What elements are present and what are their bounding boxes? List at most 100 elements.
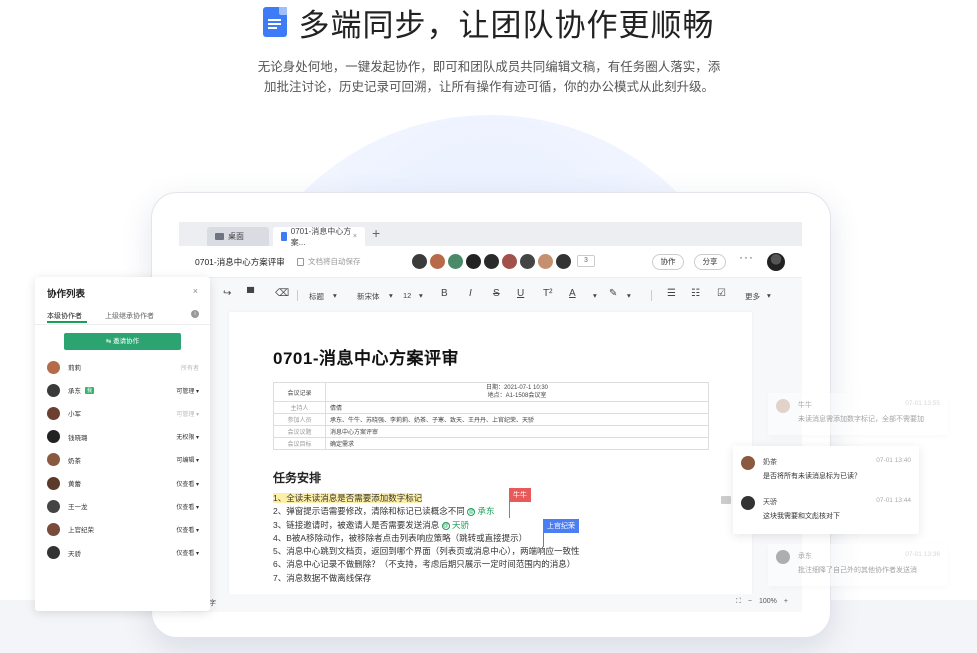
zoom-out-button[interactable]: − [748,598,752,606]
permission-select[interactable]: 仅查看 ▾ [176,479,199,488]
mention-tag[interactable]: @ 天骄 [441,520,469,530]
underline-button[interactable]: U [517,288,524,299]
format-painter-icon[interactable]: ▀ [247,288,254,299]
document-page[interactable]: 0701-消息中心方案评审 会议记录 日期：2021-07-1 10:30 地点… [229,312,752,602]
zoom-level[interactable]: 100% [759,598,777,606]
comment-time: 07-01 13:36 [905,551,940,558]
collaborate-button[interactable]: 协作 [652,254,684,270]
member-row[interactable]: 小军 可管理 ▾ [47,405,199,421]
bullet-list-icon[interactable]: ☷ [691,288,700,299]
format-toolbar: ↪ ▀ ⌫ 标题 ▾ 新宋体 ▾ 12 ▾ B I S U T² A ▾ ✎ ▾… [179,278,802,312]
tab-bar: 桌面 0701-消息中心方案... × + [179,222,802,247]
member-name: 黄蕾 [68,481,81,488]
close-icon[interactable]: × [193,286,198,296]
list-item: 3、链接邀请时，被邀请人是否需要发送消息 @ 天骄 [273,519,579,532]
chevron-down-icon[interactable]: ▾ [593,291,597,300]
mention-tag[interactable]: @ 承东 [467,506,495,517]
permission-select[interactable]: 仅查看 ▾ [176,502,199,511]
member-row[interactable]: 承东我 可管理 ▾ [47,382,199,398]
autosave-text: 文档将自动保存 [308,257,361,266]
close-tab-icon[interactable]: × [353,233,357,240]
more-tools-button[interactable]: 更多 [745,291,760,302]
italic-button[interactable]: I [469,288,472,299]
tab-inherited-collaborators[interactable]: 上级继承协作者 [105,311,154,321]
comment-author: 天骄 [763,499,777,506]
member-row[interactable]: 黄蕾 仅查看 ▾ [47,475,199,491]
chevron-down-icon[interactable]: ▾ [627,291,631,300]
avatar [483,253,500,270]
member-row[interactable]: 天骄 仅查看 ▾ [47,545,199,561]
avatar [555,253,572,270]
permission-select[interactable]: 所有者 [181,363,199,372]
permission-select[interactable]: 无权限 ▾ [176,432,199,441]
hero-subtitle-line: 无论身处何地，一键发起协作，即可和团队成员共同编辑文稿，有任务圈人落实，添 [257,60,721,74]
table-cell-value: 确定需求 [325,437,709,450]
avatar [47,406,60,420]
font-color-icon[interactable]: A [569,288,576,299]
comment-card[interactable]: 牛牛 07-01 13:55 未读消息需添加数字标记，全部不需要加 [768,393,948,435]
member-row[interactable]: 钱晓璐 无权限 ▾ [47,429,199,445]
member-row[interactable]: 王一龙 仅查看 ▾ [47,498,199,514]
permission-select[interactable]: 仅查看 ▾ [176,548,199,557]
user-avatar[interactable] [767,253,785,271]
meeting-location: 地点：A1-1508会议室 [487,393,547,399]
eraser-icon[interactable]: ⌫ [275,288,289,299]
member-name: 承东 [68,388,81,396]
avatar [47,476,60,490]
table-row: 参加人员 承东、牛牛、苏晓强、李莉莉、奶茶、子寒、致天、王丹丹、上官纪荣、天骄 [273,413,709,426]
member-row[interactable]: 奶茶 可编辑 ▾ [47,452,199,468]
member-row[interactable]: 莉莉 所有者 [47,359,199,375]
tab-label: 0701-消息中心方案... [290,226,352,247]
comment-thread-card[interactable]: 奶茶 07-01 13:40 是否将所有未读消息标为已读？ 天骄 07-01 1… [733,446,919,534]
chevron-down-icon[interactable]: ▾ [419,291,423,300]
member-row[interactable]: 上官纪荣 仅查看 ▾ [47,521,199,537]
redo-icon[interactable]: ↪ [223,288,231,299]
info-icon[interactable]: i [191,310,199,318]
superscript-icon[interactable]: T² [543,288,552,299]
avatar [741,456,755,470]
avatar [47,383,60,397]
comment-card[interactable]: 承东 07-01 13:36 批注细降了自己外的其他协作者发送消 [768,544,948,586]
comment-text: 批注细降了自己外的其他协作者发送消 [798,567,917,574]
comment-item: 天骄 07-01 13:44 这块我需要和文彪核对下 [733,490,919,526]
bold-button[interactable]: B [441,288,448,299]
permission-select[interactable]: 可管理 ▾ [176,409,199,418]
chevron-down-icon[interactable]: ▾ [767,291,771,300]
share-button[interactable]: 分享 [694,254,726,270]
permission-select[interactable]: 可管理 ▾ [176,386,199,395]
table-row: 会议目标 确定需求 [273,437,709,450]
comment-marker-icon[interactable] [721,496,731,504]
strikethrough-button[interactable]: S [493,288,500,299]
avatar-count[interactable]: 3 [577,255,595,267]
collaborator-avatars[interactable]: 3 [411,253,595,270]
zoom-in-button[interactable]: + [784,598,788,606]
font-size-select[interactable]: 12 [403,291,411,300]
table-cell-value: 承东、牛牛、苏晓强、李莉莉、奶茶、子寒、致天、王丹丹、上官纪荣、天骄 [325,413,709,426]
comment-author: 牛牛 [798,402,812,409]
permission-select[interactable]: 可编辑 ▾ [176,455,199,464]
paragraph-style-select[interactable]: 标题 [309,291,324,302]
comment-item: 牛牛 07-01 13:55 未读消息需添加数字标记，全部不需要加 [768,393,948,429]
new-tab-icon[interactable]: + [372,225,380,241]
numbered-list-icon[interactable]: ☰ [667,288,676,299]
table-row: 会议记录 日期：2021-07-1 10:30 地点：A1-1508会议室 [273,382,709,402]
hero-subtitle-line: 加批注讨论，历史记录可回溯，让所有操作有迹可循，你的办公模式从此刻升级。 [263,80,714,94]
chevron-down-icon[interactable]: ▾ [389,291,393,300]
more-menu-icon[interactable]: ··· [739,250,754,264]
font-family-select[interactable]: 新宋体 [357,291,380,302]
avatar [776,550,790,564]
tab-desktop[interactable]: 桌面 [207,227,269,246]
tab-label: 桌面 [228,232,244,241]
member-name: 上官纪荣 [68,527,94,535]
table-row: 主持人 倩倩 [273,401,709,414]
invite-button[interactable]: ⇆ 邀请协作 [64,333,181,350]
section-title: 任务安排 [273,471,322,485]
tab-document[interactable]: 0701-消息中心方案... × [273,226,365,247]
member-name: 天骄 [68,550,81,558]
permission-select[interactable]: 仅查看 ▾ [176,525,199,534]
tab-direct-collaborators[interactable]: 本级协作者 [47,311,82,321]
chevron-down-icon[interactable]: ▾ [333,291,337,300]
checkbox-icon[interactable]: ☑ [717,288,726,299]
highlight-icon[interactable]: ✎ [609,288,617,299]
fit-screen-icon[interactable]: ⛶ [736,598,741,606]
